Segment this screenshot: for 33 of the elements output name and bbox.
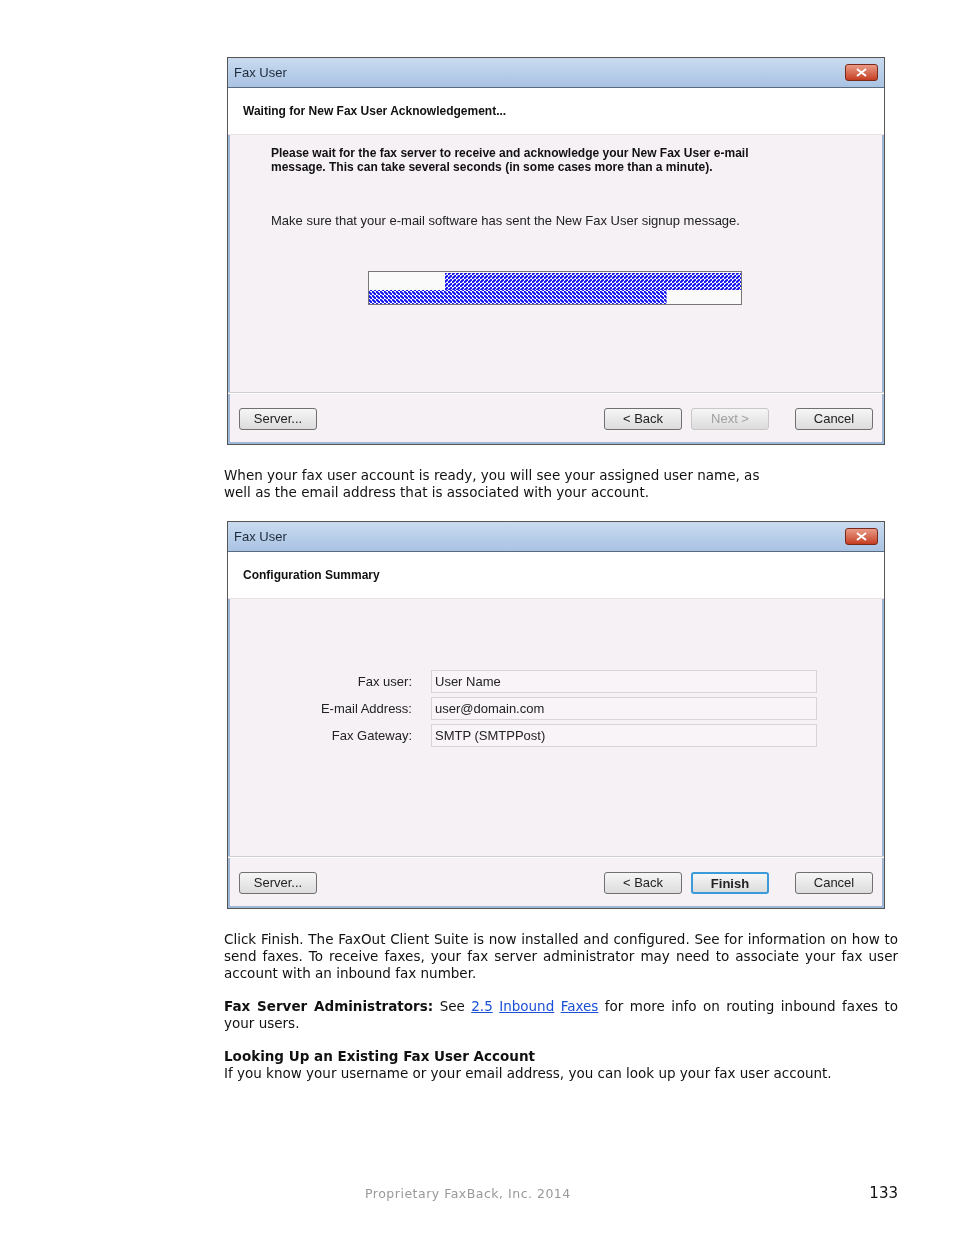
field-label: Fax user: [356, 672, 412, 691]
value-field: User Name [431, 670, 817, 693]
admin-note: Fax Server Administrators: See 2.5 Inbound Faxes for more info on routing inbound faxes to your users. [224, 998, 898, 1032]
dialog-button[interactable]: Cancel [795, 407, 873, 430]
window-title: Fax User [234, 527, 287, 546]
field-label: E-mail Address: [319, 699, 412, 718]
close-button[interactable] [845, 528, 878, 545]
step-heading: Waiting for New Fax User Acknowledgement... [243, 103, 507, 120]
dialog-button[interactable]: Cancel [795, 871, 873, 894]
close-button[interactable] [845, 64, 878, 81]
section-link[interactable]: Faxes [560, 998, 599, 1014]
body-paragraph: Click Finish. The FaxOut Client Suite is now installed and configured. See for information on how to send faxes. To receive faxes, your fax server administrator may need to associate your fax user account with an inbound fax number. [224, 931, 898, 982]
intro-paragraph: When your fax user account is ready, you will see your assigned user name, as well as the email address that is associated with your account. [224, 467, 761, 501]
dialog-button[interactable]: < Back [604, 871, 682, 894]
dialog-button[interactable]: < Back [604, 407, 682, 430]
note-text: Make sure that your e-mail software has sent the New Fax User signup message. [271, 212, 741, 230]
close-icon [856, 68, 867, 77]
wait-message: Please wait for the fax server to receive and acknowledge your New Fax User e-mail message. This can take several seconds (in some cases more than a minute). [271, 146, 750, 174]
window-title: Fax User [234, 63, 287, 82]
copyright-footer: Proprietary FaxBack, Inc. 2014 [365, 1185, 571, 1204]
page-number: 133 [869, 1182, 898, 1204]
section-text: If you know your username or your email address, you can look up your fax user account. [224, 1065, 833, 1082]
section-heading: Looking Up an Existing Fax User Account [224, 1048, 536, 1065]
section-link[interactable]: Inbound [499, 998, 555, 1014]
value-field: SMTP (SMTPPost) [431, 724, 817, 747]
dialog-button[interactable]: Server... [239, 407, 317, 430]
dialog-button[interactable]: Finish [691, 871, 769, 894]
section-link[interactable]: 2.5 [471, 998, 493, 1014]
close-icon [856, 532, 867, 541]
step-heading: Configuration Summary [243, 567, 380, 584]
value-field: user@domain.com [431, 697, 817, 720]
field-label: Fax Gateway: [330, 726, 412, 745]
dialog-button[interactable]: Server... [239, 871, 317, 894]
